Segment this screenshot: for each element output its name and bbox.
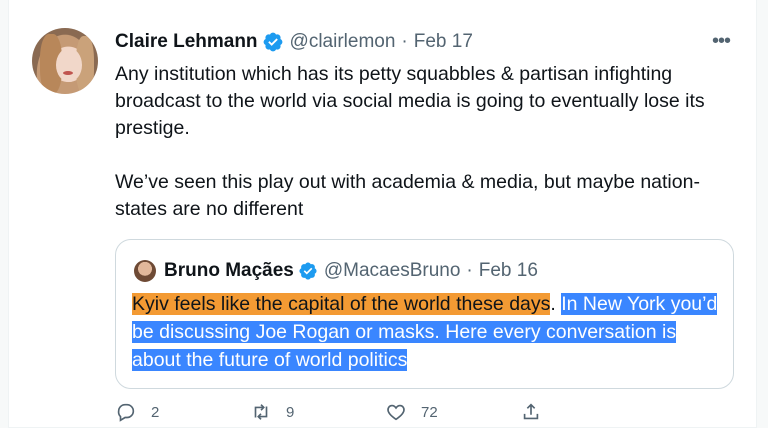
share-icon xyxy=(523,403,539,420)
tweet-date[interactable]: Feb 17 xyxy=(414,31,473,53)
retweet-button[interactable]: 9 xyxy=(250,401,385,423)
quoted-author-avatar[interactable] xyxy=(134,260,156,282)
author-handle[interactable]: @clairlemon xyxy=(290,31,396,53)
tweet-header: Claire Lehmann @clairlemon · Feb 17 xyxy=(115,30,473,54)
retweet-count: 9 xyxy=(286,403,295,421)
tweet-text: Any institution which has its petty squa… xyxy=(115,63,705,220)
retweet-icon xyxy=(254,404,268,420)
separator-dot: · xyxy=(401,31,408,52)
share-button[interactable] xyxy=(520,401,655,423)
tweet-actions: 2 9 72 xyxy=(115,402,655,422)
reply-icon xyxy=(117,403,135,422)
reply-count: 2 xyxy=(151,403,160,421)
verified-badge-icon[interactable] xyxy=(298,261,318,281)
like-button[interactable]: 72 xyxy=(385,401,520,423)
quoted-date[interactable]: Feb 16 xyxy=(479,260,538,282)
quoted-header: Bruno Maçães @MacaesBruno · Feb 16 xyxy=(164,260,538,282)
quoted-tweet[interactable]: Bruno Maçães @MacaesBruno · Feb 16 Kyiv … xyxy=(115,239,734,389)
verified-badge-icon[interactable] xyxy=(262,31,284,53)
quoted-text: Kyiv feels like the capital of the world… xyxy=(132,290,722,374)
reply-button[interactable]: 2 xyxy=(115,401,250,423)
highlighted-text-orange: Kyiv feels like the capital of the world… xyxy=(132,293,551,315)
quoted-handle[interactable]: @MacaesBruno xyxy=(324,260,461,282)
heart-icon xyxy=(387,404,405,421)
separator-dot: · xyxy=(466,260,473,281)
author-avatar[interactable] xyxy=(32,28,98,94)
quoted-text-period: . xyxy=(550,293,556,315)
author-name[interactable]: Claire Lehmann xyxy=(115,31,258,53)
quoted-author-name[interactable]: Bruno Maçães xyxy=(164,260,294,282)
avatar-face xyxy=(56,48,82,82)
more-options-button[interactable]: ••• xyxy=(706,31,736,51)
avatar-lips xyxy=(63,71,73,75)
like-count: 72 xyxy=(421,403,438,421)
